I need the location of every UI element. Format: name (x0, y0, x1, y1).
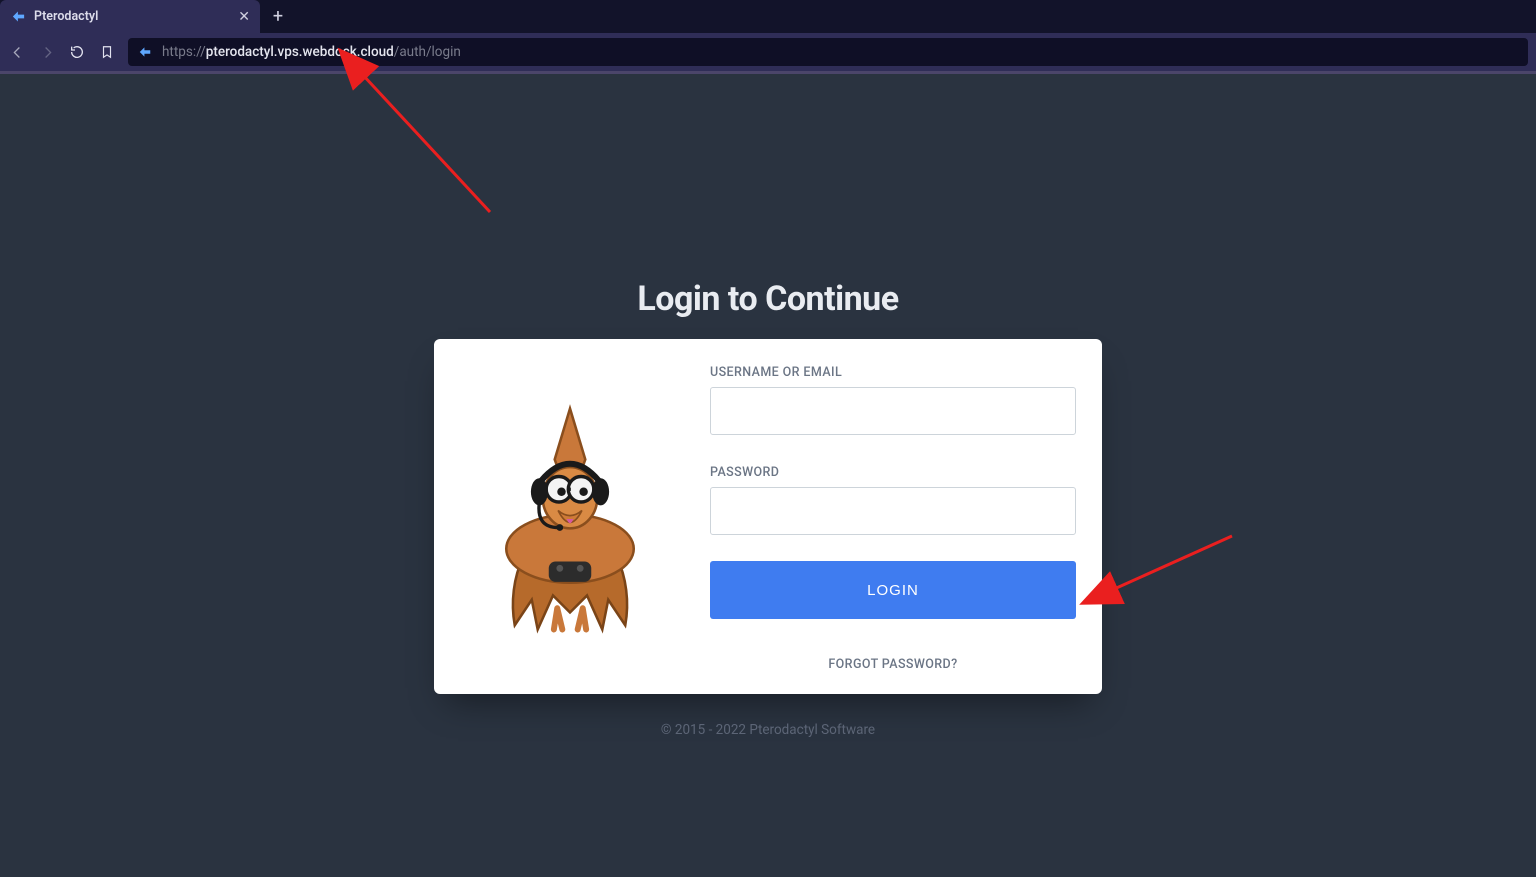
tab-title: Pterodactyl (34, 9, 230, 24)
pterodactyl-mascot-icon (460, 365, 680, 672)
tab-close-icon[interactable]: ✕ (238, 10, 250, 24)
address-bar-url: https://pterodactyl.vps.webdock.cloud/au… (162, 44, 461, 60)
username-label: USERNAME OR EMAIL (710, 365, 1076, 380)
browser-tab-active[interactable]: Pterodactyl ✕ (0, 0, 260, 33)
username-input[interactable] (710, 387, 1076, 435)
browser-chrome: Pterodactyl ✕ + https://pterodactyl.vps.… (0, 0, 1536, 74)
page-title: Login to Continue (637, 279, 898, 319)
nav-back-icon[interactable] (8, 43, 26, 61)
forgot-password-link[interactable]: FORGOT PASSWORD? (828, 657, 957, 672)
browser-toolbar: https://pterodactyl.vps.webdock.cloud/au… (0, 33, 1536, 74)
login-button[interactable]: LOGIN (710, 561, 1076, 619)
page-content: Login to Continue (0, 74, 1536, 877)
login-card: USERNAME OR EMAIL PASSWORD LOGIN FORGOT … (434, 339, 1102, 694)
password-label: PASSWORD (710, 465, 1076, 480)
address-bar[interactable]: https://pterodactyl.vps.webdock.cloud/au… (128, 38, 1528, 66)
site-identity-icon (138, 45, 152, 59)
url-host: pterodactyl.vps.webdock.cloud (206, 44, 394, 60)
nav-forward-icon[interactable] (38, 43, 56, 61)
url-scheme: https:// (162, 44, 206, 60)
bookmark-icon[interactable] (98, 43, 116, 61)
footer-copyright: © 2015 - 2022 Pterodactyl Software (661, 722, 875, 738)
pterodactyl-favicon-icon (10, 9, 26, 25)
reload-icon[interactable] (68, 43, 86, 61)
password-input[interactable] (710, 487, 1076, 535)
new-tab-button[interactable]: + (260, 0, 296, 33)
url-path: /auth/login (394, 44, 461, 60)
tab-strip: Pterodactyl ✕ + (0, 0, 1536, 33)
login-form: USERNAME OR EMAIL PASSWORD LOGIN FORGOT … (710, 365, 1076, 672)
